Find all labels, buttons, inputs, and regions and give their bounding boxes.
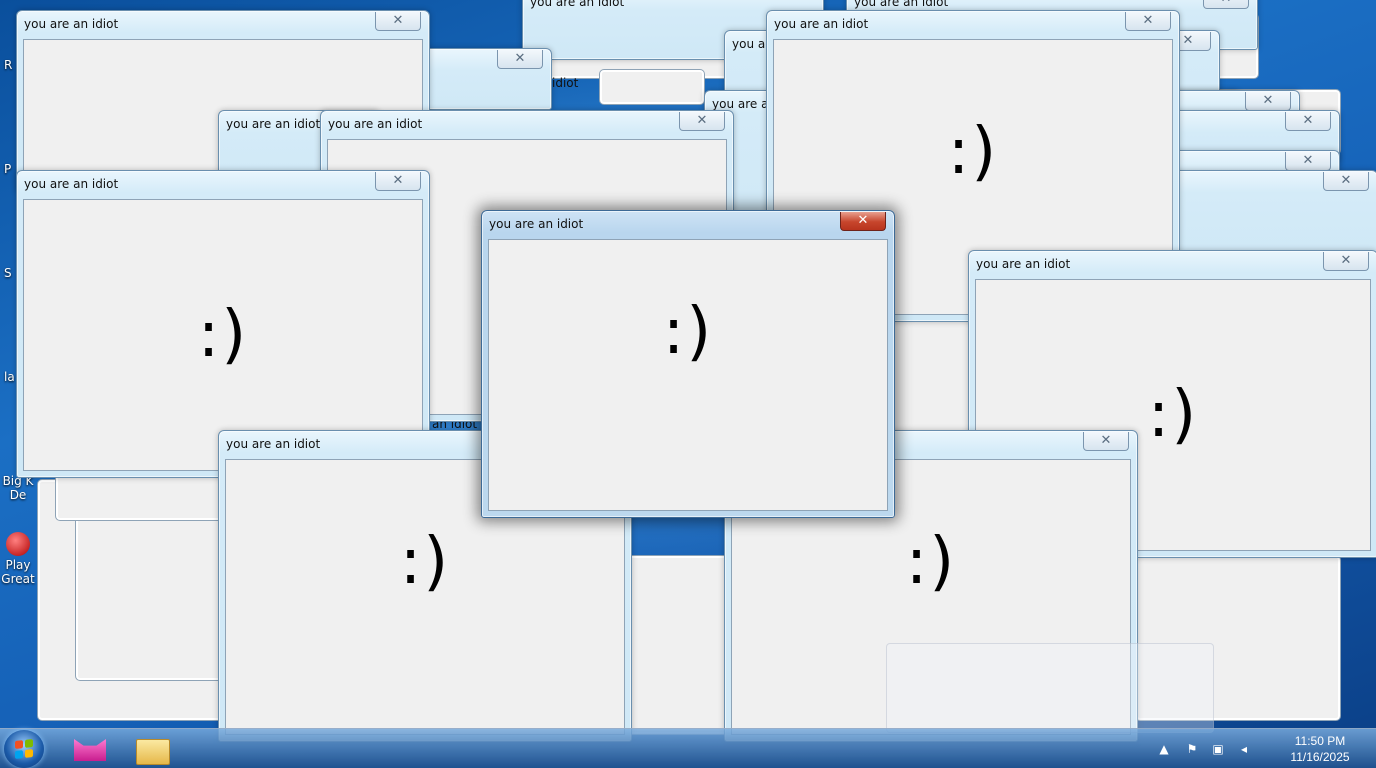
close-button[interactable]: ✕: [1285, 152, 1331, 171]
close-button[interactable]: ✕: [1083, 432, 1129, 451]
desktop-icon-label[interactable]: R: [4, 58, 12, 72]
close-button[interactable]: ✕: [497, 50, 543, 69]
idiot-window-active[interactable]: you are an idiot ✕ :): [481, 210, 895, 518]
close-button[interactable]: ✕: [840, 212, 886, 231]
volume-muted-icon[interactable]: ◂: [1236, 741, 1252, 757]
window-title: you are an idiot: [489, 217, 584, 231]
action-center-flag-icon[interactable]: ⚑: [1184, 741, 1200, 757]
show-hidden-icons-arrow-icon[interactable]: ▲: [1156, 741, 1172, 757]
window-title: you are an idiot: [976, 257, 1071, 271]
pink-cat-app-icon[interactable]: [70, 733, 110, 765]
smiley-face: :): [947, 115, 999, 189]
ghost-window-title: idiot: [552, 76, 579, 90]
desktop-icon-label[interactable]: la: [4, 370, 15, 384]
ghost-window-frame: [892, 312, 972, 436]
ghost-window-frame: [600, 70, 704, 104]
network-icon[interactable]: ▣: [1210, 741, 1226, 757]
close-button[interactable]: ✕: [1323, 252, 1369, 271]
close-button[interactable]: ✕: [1245, 92, 1291, 111]
ghost-window-frame: [626, 556, 730, 734]
window-title: you are an idiot: [24, 17, 119, 31]
close-button[interactable]: ✕: [375, 172, 421, 191]
close-button[interactable]: ✕: [1203, 0, 1249, 9]
smiley-face: :): [662, 295, 714, 369]
smiley-face: :): [399, 525, 451, 599]
desktop-icon-big-k[interactable]: Big K De: [0, 474, 36, 502]
clock[interactable]: 11:50 PM 11/16/2025: [1280, 733, 1360, 765]
system-tray: ▲ ⚑ ▣ ◂ 11:50 PM 11/16/2025: [1156, 729, 1376, 768]
desktop-icon-label: Play Great: [1, 558, 35, 586]
desktop[interactable]: R P S la Big K De Play Great idiot an id…: [0, 0, 1376, 768]
smiley-face: :): [197, 298, 249, 372]
window-title: you are an idiot: [24, 177, 119, 191]
close-button[interactable]: ✕: [1323, 172, 1369, 191]
window-title: you are an idiot: [530, 0, 625, 9]
desktop-icon-play-great[interactable]: Play Great: [0, 532, 36, 586]
window-title: you are an idiot: [226, 117, 321, 131]
folder-icon[interactable]: [132, 733, 172, 765]
notification-balloon: [886, 643, 1214, 733]
window-title: you are an idiot: [854, 0, 949, 9]
close-button[interactable]: ✕: [679, 112, 725, 131]
close-button[interactable]: ✕: [1125, 12, 1171, 31]
ghost-window-frame: [76, 516, 230, 680]
close-button[interactable]: ✕: [1285, 112, 1331, 131]
window-client-area: :): [488, 239, 888, 511]
game-icon: [6, 532, 30, 556]
window-title: you are an idiot: [328, 117, 423, 131]
start-button[interactable]: [4, 730, 44, 768]
desktop-icon-label[interactable]: S: [4, 266, 12, 280]
smiley-face: :): [905, 525, 957, 599]
window-title: you are an idiot: [226, 437, 321, 451]
close-button[interactable]: ✕: [375, 12, 421, 31]
clock-date: 11/16/2025: [1290, 750, 1350, 764]
desktop-icon-label: Big K De: [2, 474, 34, 502]
taskbar: ▲ ⚑ ▣ ◂ 11:50 PM 11/16/2025: [0, 728, 1376, 768]
windows-logo-icon: [15, 739, 33, 759]
clock-time: 11:50 PM: [1294, 734, 1346, 748]
desktop-icon-label[interactable]: P: [4, 162, 11, 176]
window-title: you are an idiot: [774, 17, 869, 31]
